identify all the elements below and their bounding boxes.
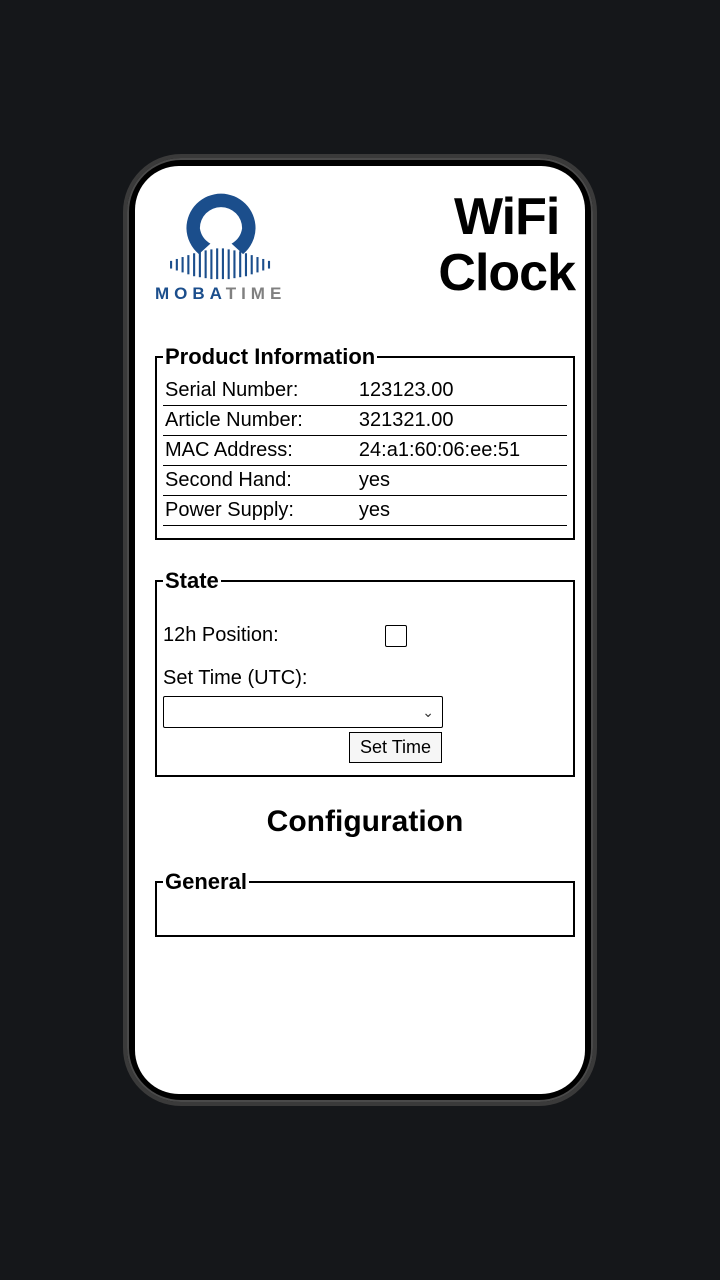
article-number-value: 321321.00 bbox=[357, 406, 567, 436]
product-info-table: Serial Number: 123123.00 Article Number:… bbox=[163, 376, 567, 526]
title-line1: WiFi bbox=[454, 188, 559, 246]
serial-number-label: Serial Number: bbox=[163, 376, 357, 406]
logo-text-sub: TIME bbox=[226, 284, 287, 303]
logo-text: MOBATIME bbox=[155, 284, 286, 304]
state-group: State 12h Position: Set Time (UTC): ⌄ Se… bbox=[155, 568, 575, 777]
chevron-down-icon: ⌄ bbox=[422, 704, 434, 721]
table-row: MAC Address: 24:a1:60:06:ee:51 bbox=[163, 436, 567, 466]
product-info-legend: Product Information bbox=[163, 344, 377, 370]
position-checkbox[interactable] bbox=[385, 625, 407, 647]
set-time-select[interactable]: ⌄ bbox=[163, 696, 443, 728]
mac-address-value: 24:a1:60:06:ee:51 bbox=[357, 436, 567, 466]
logo: MOBATIME bbox=[155, 186, 286, 304]
table-row: Second Hand: yes bbox=[163, 466, 567, 496]
phone-frame: MOBATIME WiFi Clock Product Information … bbox=[127, 158, 593, 1102]
header: MOBATIME WiFi Clock bbox=[155, 186, 575, 304]
serial-number-value: 123123.00 bbox=[357, 376, 567, 406]
set-time-button[interactable]: Set Time bbox=[349, 732, 442, 763]
table-row: Power Supply: yes bbox=[163, 496, 567, 526]
configuration-heading: Configuration bbox=[155, 805, 575, 839]
general-group: General bbox=[155, 869, 575, 937]
second-hand-value: yes bbox=[357, 466, 567, 496]
title-line2: Clock bbox=[438, 244, 575, 302]
product-info-group: Product Information Serial Number: 12312… bbox=[155, 344, 575, 540]
set-time-label: Set Time (UTC): bbox=[163, 667, 567, 690]
mac-address-label: MAC Address: bbox=[163, 436, 357, 466]
mobatime-logo-icon bbox=[163, 186, 279, 282]
power-supply-label: Power Supply: bbox=[163, 496, 357, 526]
article-number-label: Article Number: bbox=[163, 406, 357, 436]
page-title: WiFi Clock bbox=[438, 189, 575, 301]
second-hand-label: Second Hand: bbox=[163, 466, 357, 496]
logo-text-main: MOBA bbox=[155, 284, 226, 303]
phone-screen: MOBATIME WiFi Clock Product Information … bbox=[135, 166, 585, 1094]
general-legend: General bbox=[163, 869, 249, 895]
table-row: Article Number: 321321.00 bbox=[163, 406, 567, 436]
table-row: Serial Number: 123123.00 bbox=[163, 376, 567, 406]
state-legend: State bbox=[163, 568, 221, 594]
position-label: 12h Position: bbox=[163, 624, 385, 647]
power-supply-value: yes bbox=[357, 496, 567, 526]
